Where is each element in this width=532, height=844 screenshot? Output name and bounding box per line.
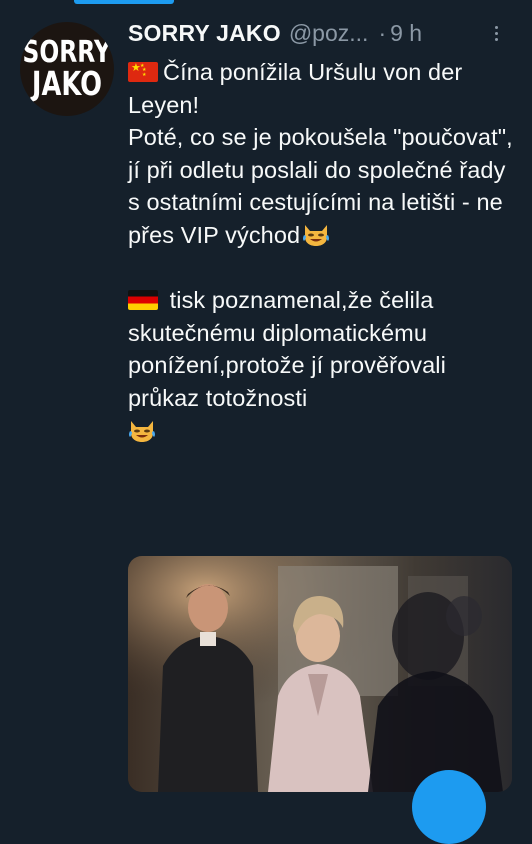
avatar-text-jako: JAKO <box>31 63 103 103</box>
tweet[interactable]: SORRY JAKO SORRY JAKO @poz... · 9 h ★ ★ ★ ★… <box>0 0 532 844</box>
avatar[interactable]: SORRY JAKO <box>20 22 114 116</box>
tweet-paragraph-3: tisk poznamenal,že čelila skutečnému dip… <box>128 284 520 414</box>
user-handle[interactable]: @poz... <box>289 20 369 47</box>
tweet-line-1: Čína ponížila Uršulu von der Leyen! <box>128 59 463 118</box>
cat-tears-of-joy-icon <box>303 224 330 246</box>
tweet-photo[interactable] <box>128 556 512 792</box>
compose-button[interactable] <box>412 770 486 844</box>
tweet-line-3: tisk poznamenal,že čelila skutečnému dip… <box>128 287 446 411</box>
header-separator: · <box>378 19 387 46</box>
display-name[interactable]: SORRY JAKO <box>128 20 281 47</box>
cat-tears-of-joy-icon <box>129 420 155 442</box>
tweet-header: SORRY JAKO @poz... · 9 h <box>128 16 518 50</box>
tweet-paragraph-2: Poté, co se je pokoušela "poučovat", jí … <box>128 121 520 251</box>
tweet-timestamp[interactable]: 9 h <box>390 20 422 47</box>
tweet-paragraph-1: ★ ★ ★ ★ Čína ponížila Uršulu von der Leyen! <box>128 56 520 121</box>
tweet-text: ★ ★ ★ ★ Čína ponížila Uršulu von der Leyen! … <box>128 56 520 447</box>
photo-thumbnail <box>128 556 512 792</box>
germany-flag-icon <box>128 290 158 311</box>
tweet-paragraph-4 <box>128 415 520 448</box>
more-vertical-icon[interactable] <box>486 20 506 46</box>
china-flag-icon: ★ ★ ★ ★ <box>128 62 158 82</box>
